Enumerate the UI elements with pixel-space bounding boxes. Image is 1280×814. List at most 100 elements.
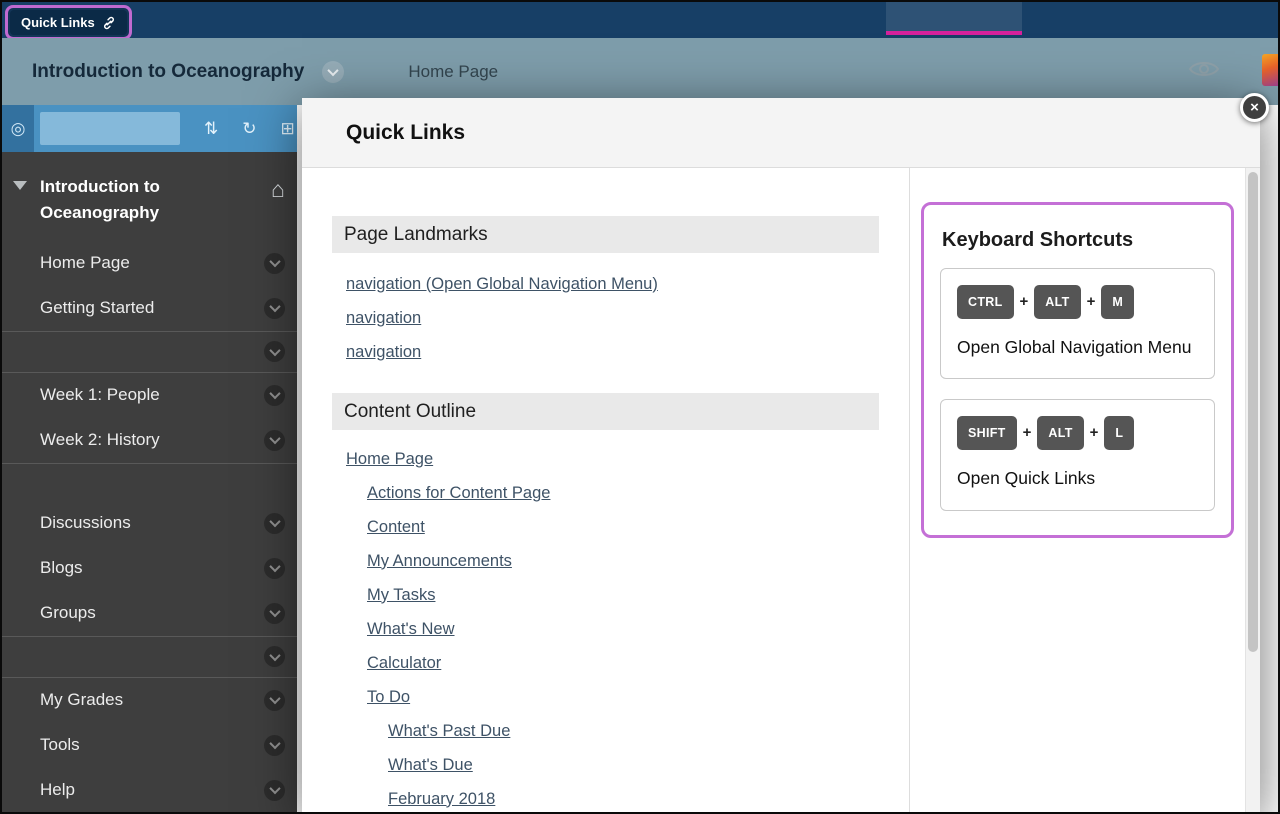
sidebar-item-getting-started[interactable]: Getting Started [2, 286, 297, 331]
outline-link[interactable]: My Announcements [367, 552, 512, 571]
plus-separator: + [1090, 424, 1099, 441]
collapse-caret-icon[interactable] [13, 181, 27, 190]
course-menu: Home Page Getting Started Week 1: People… [2, 241, 297, 813]
course-header: Introduction to Oceanography Home Page [2, 38, 1278, 105]
plus-separator: + [1023, 424, 1032, 441]
sidebar-divider [2, 463, 297, 501]
chevron-down-icon[interactable] [264, 253, 285, 274]
sidebar-item-discussions[interactable]: Discussions [2, 501, 297, 546]
plus-separator: + [1087, 293, 1096, 310]
quick-links-button[interactable]: Quick Links [10, 10, 127, 35]
key-shift: SHIFT [957, 416, 1017, 450]
key-alt: ALT [1034, 285, 1080, 319]
sidebar-item-label: Blogs [40, 558, 83, 578]
sidebar-item-tools[interactable]: Tools [2, 723, 297, 768]
key-l: L [1104, 416, 1134, 450]
sidebar-course-title-row: Introduction to Oceanography ⌂ [2, 152, 297, 241]
link-icon [102, 16, 116, 30]
course-menu-toolbar: ◎ ⇅ ↻ ⊞ [2, 105, 297, 152]
sidebar-item-label: My Grades [40, 690, 123, 710]
sidebar-divider-section [2, 331, 297, 373]
course-menu-sidebar: ◎ ⇅ ↻ ⊞ Introduction to Oceanography ⌂ H… [2, 105, 297, 812]
open-window-icon[interactable]: ⊞ [281, 119, 295, 139]
key-ctrl: CTRL [957, 285, 1014, 319]
chevron-down-icon[interactable] [264, 780, 285, 801]
outline-link[interactable]: What's New [367, 620, 455, 639]
top-nav-active-tab[interactable] [886, 2, 1022, 35]
shortcut-card-quick-links: SHIFT + ALT + L Open Quick Links [940, 399, 1215, 510]
outline-link[interactable]: What's Due [388, 756, 473, 775]
chevron-down-icon[interactable] [264, 430, 285, 451]
sidebar-item-blogs[interactable]: Blogs [2, 546, 297, 591]
sidebar-item-week-2-history[interactable]: Week 2: History [2, 418, 297, 463]
outline-link[interactable]: Home Page [346, 450, 433, 469]
chevron-down-icon[interactable] [264, 646, 285, 667]
course-menu-chevron-down-icon[interactable] [322, 61, 344, 83]
chevron-down-icon[interactable] [264, 513, 285, 534]
chevron-down-icon[interactable] [264, 735, 285, 756]
sidebar-item-label: Tools [40, 735, 80, 755]
landmark-link[interactable]: navigation (Open Global Navigation Menu) [346, 275, 658, 294]
breadcrumb-current-page: Home Page [408, 62, 498, 82]
modal-body: Page Landmarks navigation (Open Global N… [302, 168, 1260, 814]
outline-link[interactable]: What's Past Due [388, 722, 510, 741]
links-column: Page Landmarks navigation (Open Global N… [302, 168, 909, 814]
scrollbar-thumb[interactable] [1248, 172, 1258, 652]
home-icon[interactable]: ⌂ [271, 176, 285, 203]
keyboard-shortcuts-title: Keyboard Shortcuts [942, 229, 1215, 252]
chevron-down-icon[interactable] [264, 385, 285, 406]
sidebar-item-label: Week 2: History [40, 430, 160, 450]
refresh-icon[interactable]: ↻ [242, 119, 256, 139]
page-landmarks-header: Page Landmarks [332, 216, 879, 253]
modal-title: Quick Links [346, 121, 465, 145]
chevron-down-icon[interactable] [264, 298, 285, 319]
shortcut-description: Open Quick Links [957, 466, 1198, 491]
outline-link[interactable]: Content [367, 518, 425, 537]
top-bar: Quick Links [2, 2, 1278, 38]
sidebar-item-label: Getting Started [40, 298, 154, 318]
outline-link[interactable]: To Do [367, 688, 410, 707]
student-preview-eye-icon[interactable] [1188, 58, 1220, 85]
sidebar-item-label: Week 1: People [40, 385, 160, 405]
keyboard-shortcuts-highlight-box: Keyboard Shortcuts CTRL+ALT+M Open Globa… [921, 202, 1234, 538]
sidebar-item-label: Home Page [40, 253, 130, 273]
sidebar-divider-section [2, 636, 297, 678]
shortcut-description: Open Global Navigation Menu [957, 335, 1198, 360]
sidebar-item-help[interactable]: Help [2, 768, 297, 813]
quick-links-modal: Quick Links Page Landmarks navigation (O… [302, 98, 1260, 814]
screen: Quick Links Introduction to Oceanography… [0, 0, 1280, 814]
collapse-menu-icon[interactable]: ◎ [2, 105, 34, 152]
chevron-down-icon[interactable] [264, 341, 285, 362]
reorder-icon[interactable]: ⇅ [204, 119, 218, 139]
sidebar-item-groups[interactable]: Groups [2, 591, 297, 636]
quick-links-highlight: Quick Links [5, 5, 132, 40]
content-outline-list: Home Page Actions for Content Page Conte… [346, 442, 879, 814]
sidebar-item-label: Discussions [40, 513, 131, 533]
quick-links-label: Quick Links [21, 15, 95, 30]
landmark-link[interactable]: navigation [346, 343, 421, 362]
shortcut-keys: SHIFT + ALT + L [957, 416, 1198, 450]
outline-link[interactable]: My Tasks [367, 586, 435, 605]
landmark-link[interactable]: navigation [346, 309, 421, 328]
menu-view-selector[interactable] [40, 112, 180, 145]
modal-header: Quick Links [302, 98, 1260, 168]
sidebar-item-week-1-people[interactable]: Week 1: People [2, 373, 297, 418]
outline-link[interactable]: Calculator [367, 654, 441, 673]
landmarks-list: navigation (Open Global Navigation Menu)… [346, 267, 879, 369]
modal-scrollbar[interactable] [1245, 168, 1260, 814]
sidebar-item-my-grades[interactable]: My Grades [2, 678, 297, 723]
outline-link[interactable]: Actions for Content Page [367, 484, 550, 503]
chevron-down-icon[interactable] [264, 690, 285, 711]
course-title: Introduction to Oceanography [32, 61, 304, 83]
chevron-down-icon[interactable] [264, 558, 285, 579]
plus-separator: + [1020, 293, 1029, 310]
content-outline-header: Content Outline [332, 393, 879, 430]
close-icon[interactable]: × [1240, 93, 1269, 122]
sidebar-course-title: Introduction to Oceanography [40, 174, 230, 227]
outline-link[interactable]: February 2018 [388, 790, 495, 809]
chevron-down-icon[interactable] [264, 603, 285, 624]
key-alt: ALT [1037, 416, 1083, 450]
shortcut-keys: CTRL+ALT+M [957, 285, 1198, 319]
brand-logo-partial[interactable] [1262, 54, 1278, 86]
sidebar-item-home-page[interactable]: Home Page [2, 241, 297, 286]
